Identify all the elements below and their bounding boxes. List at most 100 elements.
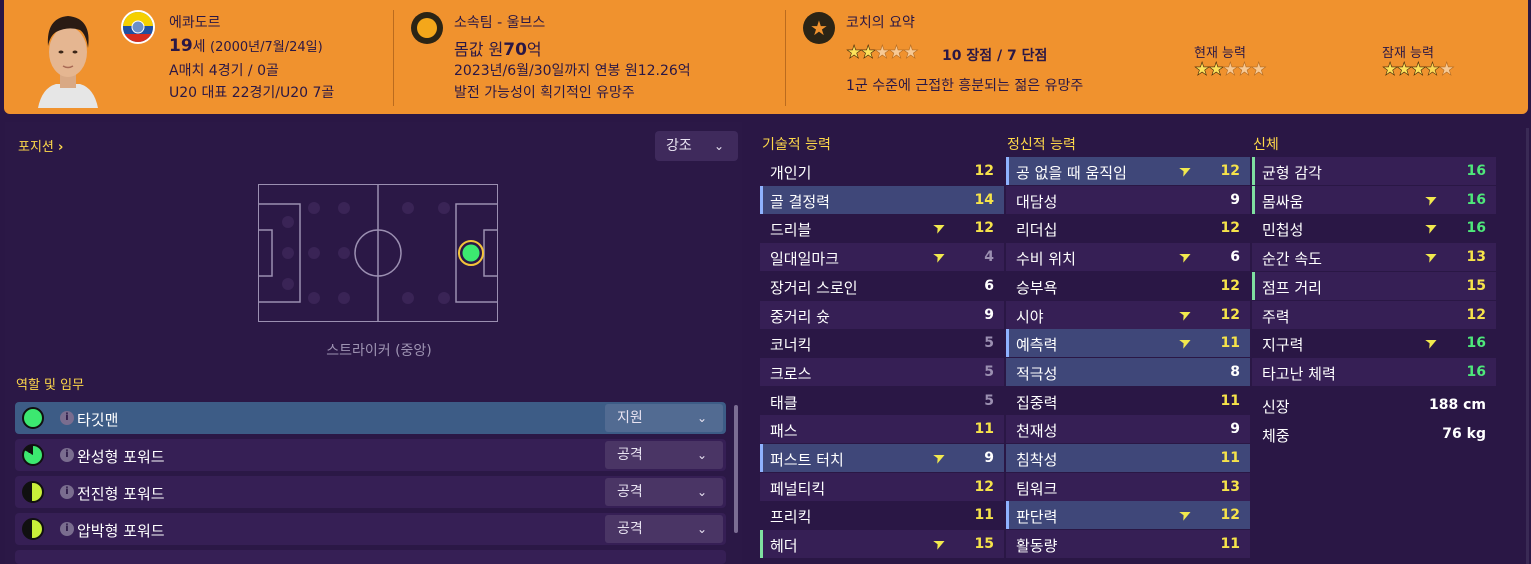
attribute-row[interactable]: 개인기 12 bbox=[760, 157, 1004, 185]
attribute-name: 승부욕 bbox=[1016, 278, 1058, 297]
international-caps: A매치 4경기 / 0골 bbox=[169, 63, 279, 79]
mental-attributes-heading: 정신적 능력 bbox=[1007, 137, 1076, 153]
attribute-name: 수비 위치 bbox=[1016, 250, 1076, 269]
duty-dropdown[interactable]: 공격 ⌄ bbox=[605, 515, 723, 543]
info-icon[interactable]: i bbox=[60, 522, 74, 536]
attribute-row[interactable]: 리더십 12 bbox=[1006, 214, 1250, 242]
age: 19세 (2000년/7월/24일) bbox=[169, 36, 323, 56]
attribute-row[interactable]: 몸싸움 ➤ 16 bbox=[1252, 185, 1496, 214]
attribute-row[interactable]: 코너킥 5 bbox=[760, 329, 1004, 357]
attribute-name: 퍼스트 터치 bbox=[770, 451, 844, 469]
attribute-row[interactable]: 수비 위치 ➤ 6 bbox=[1006, 243, 1250, 272]
attribute-row[interactable]: 예측력 ➤ 11 bbox=[1006, 329, 1250, 358]
attribute-value: 8 bbox=[1230, 363, 1240, 380]
attribute-row[interactable]: 공 없을 때 움직임 ➤ 12 bbox=[1006, 157, 1250, 185]
attribute-row[interactable]: 점프 거리 15 bbox=[1252, 271, 1496, 300]
attribute-row[interactable]: 집중력 11 bbox=[1006, 387, 1250, 415]
player-value: 몸값 원70억 bbox=[454, 36, 542, 60]
attribute-row[interactable]: 일대일마크 ➤ 4 bbox=[760, 243, 1004, 272]
duty-label: 공격 bbox=[617, 521, 643, 537]
role-name: 완성형 포워드 bbox=[77, 448, 165, 466]
coach-summary: 1군 수준에 근접한 흥분되는 젊은 유망주 bbox=[846, 78, 1084, 94]
position-section-link[interactable]: 포지션 › bbox=[18, 136, 63, 155]
star-icon: ★ bbox=[888, 42, 905, 64]
attribute-row[interactable]: 태클 5 bbox=[760, 387, 1004, 415]
attribute-row[interactable]: 민첩성 ➤ 16 bbox=[1252, 214, 1496, 242]
attribute-name: 프리킥 bbox=[770, 508, 812, 527]
attribute-row[interactable]: 프리킥 11 bbox=[760, 501, 1004, 529]
attribute-row[interactable]: 페널티킥 12 bbox=[760, 472, 1004, 501]
attribute-row[interactable]: 타고난 체력 16 bbox=[1252, 357, 1496, 386]
duty-dropdown[interactable]: 공격 ⌄ bbox=[605, 478, 723, 506]
attribute-value: 6 bbox=[1230, 249, 1240, 266]
attribute-row[interactable]: 판단력 ➤ 12 bbox=[1006, 501, 1250, 530]
physical-attributes-heading: 신체 bbox=[1253, 137, 1279, 153]
attribute-row[interactable]: 드리블 ➤ 12 bbox=[760, 214, 1004, 242]
attribute-row[interactable]: 시야 ➤ 12 bbox=[1006, 300, 1250, 329]
attribute-value: 12 bbox=[1220, 507, 1240, 524]
role-suitability-icon bbox=[22, 407, 44, 429]
attribute-row[interactable]: 대담성 9 bbox=[1006, 185, 1250, 214]
info-icon[interactable]: i bbox=[60, 448, 74, 462]
coach-report-title[interactable]: 코치의 요약 bbox=[846, 12, 915, 32]
roles-scrollbar[interactable] bbox=[734, 405, 738, 533]
attribute-row[interactable]: 팀워크 13 bbox=[1006, 472, 1250, 501]
attribute-row[interactable]: 크로스 5 bbox=[760, 357, 1004, 386]
attribute-row[interactable]: 승부욕 12 bbox=[1006, 272, 1250, 300]
role-row[interactable]: i 전진형 포워드 공격 ⌄ bbox=[15, 476, 726, 508]
training-focus-arrow-icon: ➤ bbox=[1422, 216, 1442, 239]
attribute-row[interactable]: 적극성 8 bbox=[1006, 357, 1250, 386]
attribute-row[interactable]: 균형 감각 16 bbox=[1252, 157, 1496, 185]
attribute-name: 개인기 bbox=[770, 164, 812, 182]
attribute-value: 16 bbox=[1466, 363, 1486, 380]
info-icon[interactable]: i bbox=[60, 485, 74, 499]
attribute-row[interactable]: 주력 12 bbox=[1252, 300, 1496, 329]
club-name[interactable]: 소속팀 - 울브스 bbox=[454, 12, 545, 32]
attribute-row[interactable]: 패스 11 bbox=[760, 415, 1004, 444]
role-name: 타깃맨 bbox=[77, 411, 119, 429]
attribute-row[interactable]: 헤더 ➤ 15 bbox=[760, 530, 1004, 559]
star-icon: ★ bbox=[1222, 59, 1239, 81]
highlight-dropdown[interactable]: 강조 ⌄ bbox=[655, 131, 738, 161]
wolves-crest-icon[interactable] bbox=[411, 12, 443, 44]
duty-dropdown[interactable]: 공격 ⌄ bbox=[605, 441, 723, 469]
star-icon: ★ bbox=[1396, 59, 1413, 81]
page-scrollbar[interactable] bbox=[1526, 128, 1529, 564]
attribute-row[interactable]: 침착성 11 bbox=[1006, 444, 1250, 472]
role-name: 압박형 포워드 bbox=[77, 522, 165, 540]
role-row[interactable]: i 압박형 포워드 공격 ⌄ bbox=[15, 513, 726, 545]
attribute-name: 판단력 bbox=[1016, 508, 1058, 527]
attribute-row[interactable]: 골 결정력 14 bbox=[760, 185, 1004, 214]
attribute-name: 페널티킥 bbox=[770, 479, 826, 498]
attribute-name: 시야 bbox=[1016, 307, 1044, 326]
role-row[interactable]: i 타깃맨 지원 ⌄ bbox=[15, 402, 726, 434]
role-row[interactable]: i 완성형 포워드 공격 ⌄ bbox=[15, 439, 726, 471]
attribute-name: 헤더 bbox=[770, 537, 798, 556]
chevron-down-icon: ⌄ bbox=[696, 448, 707, 462]
attribute-row[interactable]: 중거리 슛 9 bbox=[760, 300, 1004, 329]
attribute-name: 민첩성 bbox=[1262, 221, 1304, 240]
attribute-row[interactable]: 활동량 11 bbox=[1006, 530, 1250, 559]
current-ability-stars: ★★★★★ bbox=[1194, 59, 1267, 81]
attribute-value: 5 bbox=[984, 363, 994, 380]
attribute-row[interactable]: 장거리 스로인 6 bbox=[760, 272, 1004, 300]
attribute-row[interactable]: 퍼스트 터치 ➤ 9 bbox=[760, 444, 1004, 472]
attribute-value: 12 bbox=[974, 478, 994, 495]
attribute-row[interactable]: 지구력 ➤ 16 bbox=[1252, 329, 1496, 357]
duty-dropdown[interactable]: 지원 ⌄ bbox=[605, 404, 723, 432]
attribute-value: 12 bbox=[1220, 220, 1240, 237]
contract-info: 2023년/6월/30일까지 연봉 원12.26억 bbox=[454, 63, 691, 79]
attribute-value: 12 bbox=[1220, 163, 1240, 179]
info-icon[interactable]: i bbox=[60, 411, 74, 425]
attribute-row[interactable]: 천재성 9 bbox=[1006, 415, 1250, 444]
star-icon: ★ bbox=[1250, 59, 1267, 81]
attribute-value: 11 bbox=[1220, 536, 1240, 553]
attribute-row[interactable]: 순간 속도 ➤ 13 bbox=[1252, 243, 1496, 272]
attribute-value: 5 bbox=[984, 392, 994, 409]
training-focus-arrow-icon: ➤ bbox=[930, 216, 950, 239]
attribute-name: 일대일마크 bbox=[770, 250, 840, 269]
attribute-name: 패스 bbox=[770, 422, 798, 441]
role-row[interactable] bbox=[15, 550, 726, 564]
chevron-down-icon: ⌄ bbox=[696, 411, 707, 425]
attribute-name: 코너킥 bbox=[770, 336, 812, 355]
